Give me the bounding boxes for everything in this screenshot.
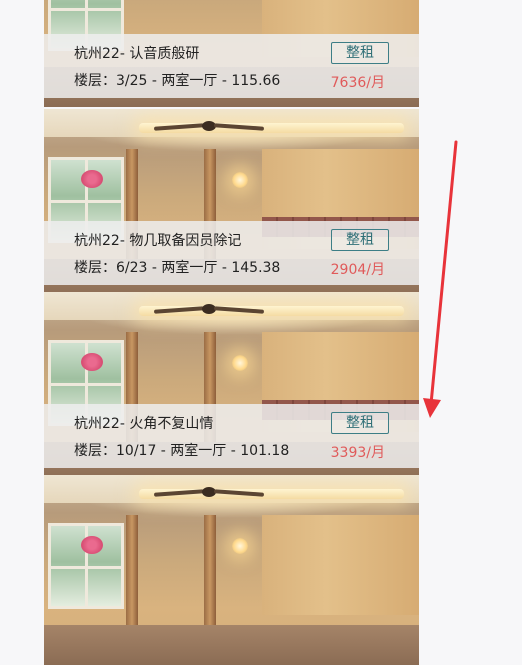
scroll-down-arrow-icon xyxy=(423,140,458,418)
